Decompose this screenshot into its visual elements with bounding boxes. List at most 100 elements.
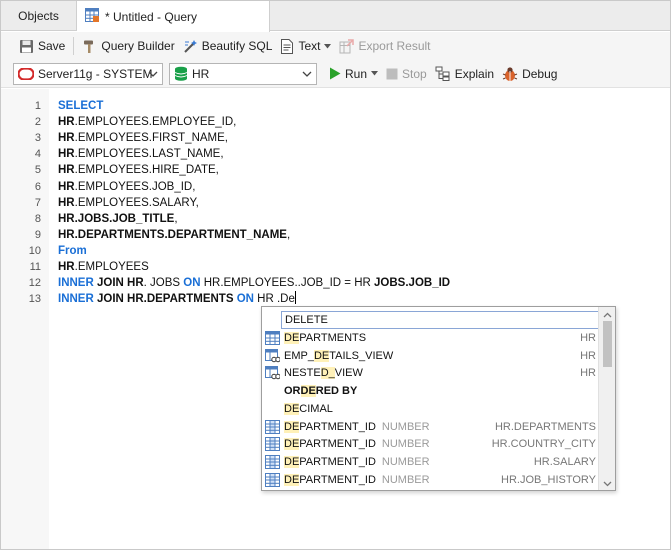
code-line[interactable]: 3 HR.EMPLOYEES.FIRST_NAME, [1,130,670,146]
autocomplete-item[interactable]: DEPARTMENTS HR [262,329,600,347]
code-line[interactable]: 9 HR.DEPARTMENTS.DEPARTMENT_NAME, [1,227,670,243]
stop-square-icon [386,68,398,80]
autocomplete-item-owner: HR [580,332,596,344]
oracle-icon [18,67,34,80]
database-select-value: HR [192,66,210,81]
autocomplete-item-name: DECIMAL [284,402,333,415]
sql-token: . JOBS [143,277,184,290]
code-line[interactable]: 5 HR.EMPLOYEES.HIRE_DATE, [1,162,670,178]
autocomplete-item[interactable]: NESTED_VIEW HR [262,364,600,382]
tab-objects-label: Objects [18,9,59,23]
autocomplete-list[interactable]: DEPARTMENTS HR EMP_DETAILS_VIEW HR NESTED_VI… [262,329,600,490]
sql-token: .EMPLOYEES.LAST_NAME, [74,148,224,161]
chevron-down-icon [148,68,158,83]
code-line[interactable]: 13 INNER JOIN HR.DEPARTMENTS ON HR .De [1,291,670,307]
chevron-down-icon [371,71,379,76]
chevron-down-icon [302,68,312,83]
query-window: Objects * Untitled - Query Save Query Bu… [0,0,671,550]
code-line[interactable]: 1 SELECT [1,98,670,114]
code-line[interactable]: 4 HR.EMPLOYEES.LAST_NAME, [1,146,670,162]
floppy-disk-icon [19,39,34,54]
scrollbar-thumb[interactable] [603,321,612,367]
run-button[interactable]: Run [325,63,382,85]
autocomplete-item[interactable]: DEPARTMENT_ID NUMBER HR.COUNTRY_CITY [262,435,600,453]
line-number: 4 [34,148,41,161]
explain-button[interactable]: Explain [431,63,498,85]
code-text: From [58,243,87,259]
code-line[interactable]: 8 HR.JOBS.JOB_TITLE, [1,211,670,227]
sql-token: , [286,228,291,241]
save-button[interactable]: Save [15,35,69,57]
table-icon [265,331,280,345]
export-result-button[interactable]: Export Result [335,35,434,57]
sql-token: , [174,212,178,225]
beautify-sql-label: Beautify SQL [201,39,273,53]
bug-icon [502,66,518,82]
stop-button[interactable]: Stop [382,63,431,85]
tab-bar: Objects * Untitled - Query [1,1,670,32]
autocomplete-popup[interactable]: DELETE DEPARTMENTS HR EMP_DETAILS_VIEW HR NE… [261,306,616,491]
autocomplete-item-owner: HR.DEPARTMENTS [494,420,596,433]
connection-select[interactable]: Server11g - SYSTEM [13,62,163,85]
export-icon [339,38,355,54]
autocomplete-item[interactable]: DEPARTMENT_ID NUMBER HR.DEPARTMENTS [262,418,600,436]
sql-keyword: SELECT [58,100,104,112]
line-number: 1 [34,100,41,112]
line-number: 8 [34,212,41,225]
column-icon [265,419,280,434]
code-line[interactable]: 7 HR.EMPLOYEES.SALARY, [1,195,670,211]
scroll-up-arrow-icon[interactable] [603,309,612,318]
autocomplete-item-name: DEPARTMENTS [284,332,367,344]
connection-select-value: Server11g - SYSTEM [38,66,153,81]
beautify-sql-button[interactable]: Beautify SQL [179,35,277,57]
code-line[interactable]: 11 HR.EMPLOYEES [1,259,670,275]
column-icon [265,472,280,487]
code-line[interactable]: 12 INNER JOIN HR. JOBS ON HR.EMPLOYEES..J… [1,275,670,291]
autocomplete-item-type: NUMBER [381,455,430,468]
autocomplete-item[interactable]: DEPARTMENT_ID NUMBER HR.JOB_HISTORY [262,471,600,489]
sql-token: HR [58,116,75,129]
match-highlight: DE [284,473,300,486]
match-highlight: D_ [320,367,335,380]
text-label: Text [298,39,321,53]
code-text: INNER JOIN HR. JOBS ON HR.EMPLOYEES..JOB… [58,275,450,291]
autocomplete-item-owner: HR [580,349,596,362]
line-number: 12 [28,277,41,290]
tab-query[interactable]: * Untitled - Query [77,1,270,32]
save-label: Save [38,39,66,53]
line-number: 2 [34,116,41,129]
view-icon [265,348,280,363]
scroll-down-arrow-icon[interactable] [603,477,612,487]
sql-keyword: ON [183,277,201,290]
document-text-icon [280,38,294,54]
text-button[interactable]: Text [276,35,335,57]
autocomplete-item[interactable]: EMP_DETAILS_VIEW HR [262,347,600,365]
column-icon [265,437,280,452]
autocomplete-scrollbar[interactable] [598,307,615,490]
autocomplete-item-owner: HR.JOB_HISTORY [501,473,596,486]
code-line[interactable]: 10 From [1,243,670,259]
match-highlight: DE [284,438,300,451]
sql-token: HR [58,261,75,273]
autocomplete-item-name: DEPARTMENT_ID NUMBER [284,473,430,486]
column-icon [265,454,280,469]
code-line[interactable]: 6 HR.EMPLOYEES.JOB_ID, [1,179,670,195]
autocomplete-search-input[interactable]: DELETE [281,311,599,329]
query-builder-button[interactable]: Query Builder [78,35,178,57]
tab-objects[interactable]: Objects [1,1,77,31]
debug-button[interactable]: Debug [498,63,561,85]
database-select[interactable]: HR [169,62,317,85]
code-text: HR.EMPLOYEES.SALARY, [58,195,199,211]
match-highlight: DE [284,455,300,468]
autocomplete-item[interactable]: DEPARTMENT_ID NUMBER HR.SALARY [262,453,600,471]
code-line[interactable]: 2 HR.EMPLOYEES.EMPLOYEE_ID, [1,114,670,130]
code-text: HR.DEPARTMENTS.DEPARTMENT_NAME, [58,227,290,243]
sql-token: HR [58,148,75,161]
magic-wand-icon [183,39,198,54]
autocomplete-item[interactable]: DECIMAL [262,400,600,418]
autocomplete-item[interactable]: ORDERED BY [262,382,600,400]
toolbar-divider [73,37,75,55]
autocomplete-item-owner: HR.COUNTRY_CITY [491,438,596,451]
run-label: Run [345,66,368,81]
tab-query-label: * Untitled - Query [105,9,198,24]
